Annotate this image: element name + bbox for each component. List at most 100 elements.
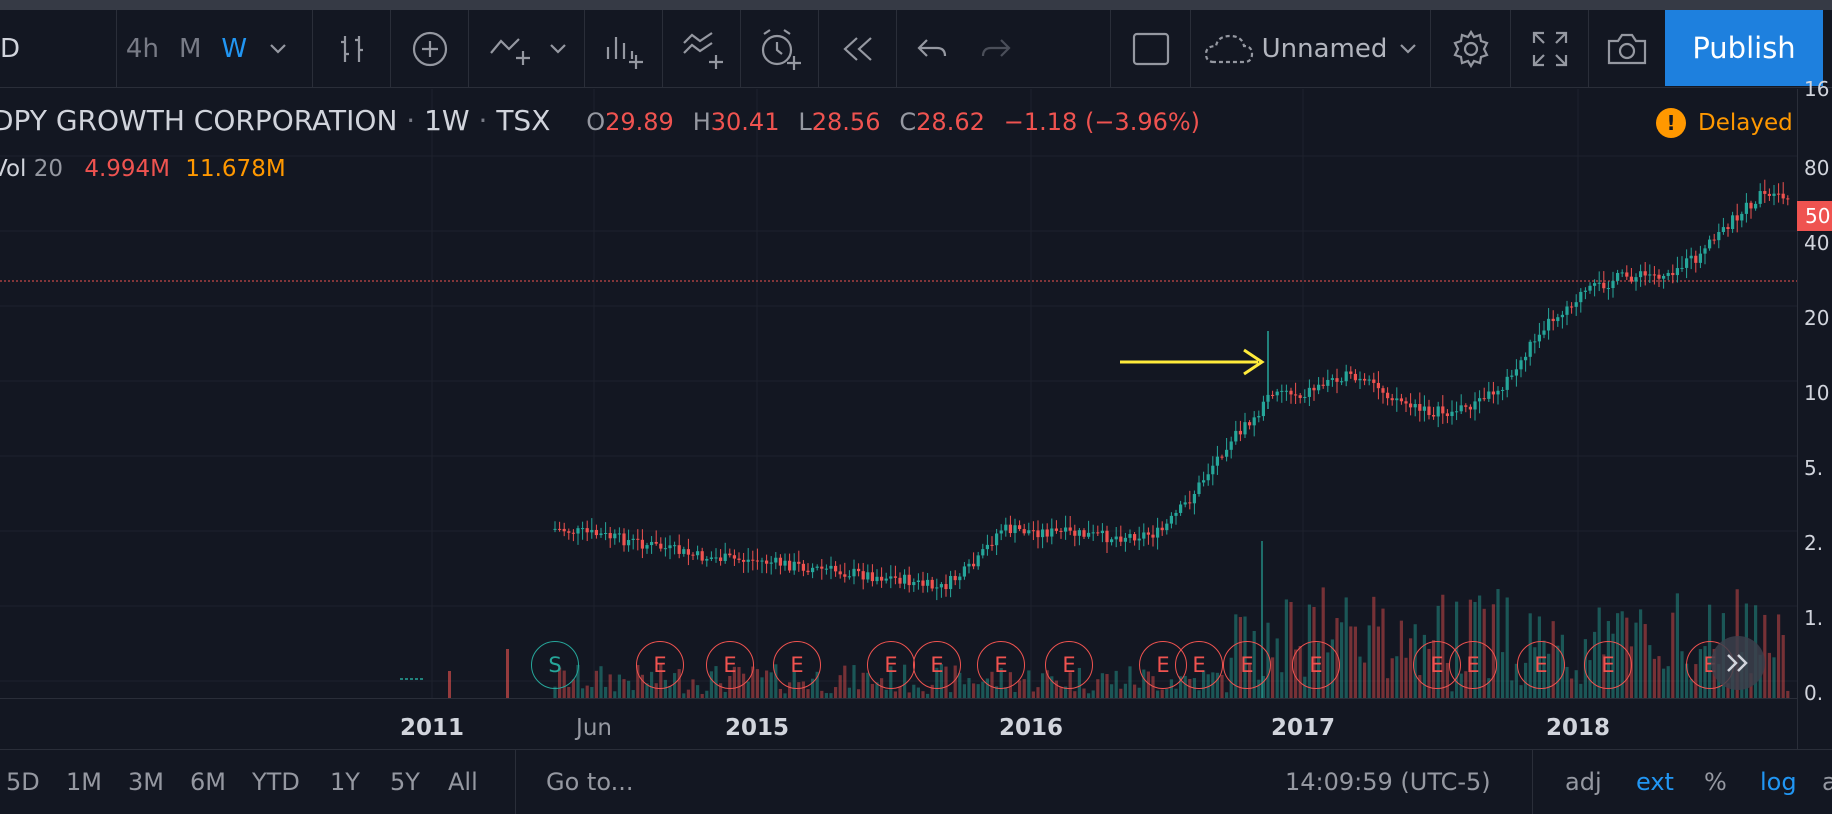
chevron-down-icon[interactable] (269, 43, 287, 55)
volume-bar (1036, 687, 1040, 698)
indicators-button[interactable] (662, 10, 740, 88)
candle-body (1712, 239, 1716, 241)
candle-body (1537, 334, 1541, 342)
alert-button[interactable] (740, 10, 818, 88)
candle-body (824, 568, 828, 570)
financials-button[interactable] (584, 10, 662, 88)
candle-body (1510, 375, 1514, 377)
candle-body (1524, 356, 1528, 361)
range-6m-button[interactable]: 6M (190, 749, 226, 814)
candle-body (1289, 390, 1293, 395)
auto-scale-toggle[interactable]: a (1822, 749, 1832, 814)
candle-body (1680, 267, 1684, 269)
earnings-marker[interactable]: E (1584, 641, 1632, 689)
clock-timezone[interactable]: 14:09:59 (UTC-5) (1285, 749, 1491, 814)
fullscreen-select-button[interactable] (1110, 10, 1190, 88)
candle-body (765, 560, 769, 564)
candle-body (1128, 534, 1132, 538)
price-axis[interactable]: 16 80 40 20 10 5. 2. 1. 0. (1797, 77, 1832, 749)
candle-body (1082, 530, 1086, 537)
fullscreen-button[interactable] (1510, 10, 1588, 88)
candle-body (852, 568, 856, 577)
candle-body (1330, 378, 1334, 380)
earnings-marker[interactable]: E (1045, 641, 1093, 689)
earnings-marker[interactable]: E (636, 641, 684, 689)
chevron-down-icon[interactable] (1399, 43, 1417, 55)
candle-body (1551, 318, 1555, 322)
candle-body (1657, 274, 1661, 279)
volume-bar (898, 686, 902, 698)
range-1y-button[interactable]: 1Y (330, 749, 360, 814)
layout-name-button[interactable]: Unnamed (1190, 10, 1430, 88)
earnings-marker[interactable]: E (1517, 641, 1565, 689)
publish-button[interactable]: Publish (1665, 10, 1823, 86)
settings-button[interactable] (1430, 10, 1510, 88)
earnings-marker[interactable]: E (1292, 641, 1340, 689)
candle-body (1570, 306, 1574, 308)
earnings-marker[interactable]: E (1175, 641, 1223, 689)
goto-date-button[interactable]: Go to... (515, 749, 633, 814)
interval-m-button[interactable]: M (179, 34, 201, 64)
range-ytd-button[interactable]: YTD (252, 749, 300, 814)
percent-scale-toggle[interactable]: % (1704, 749, 1727, 814)
candle-body (1390, 398, 1394, 401)
redo-icon (981, 39, 1011, 57)
candle-body (1059, 530, 1063, 532)
candle-body (1008, 524, 1012, 534)
log-scale-toggle[interactable]: log (1760, 749, 1797, 814)
interval-4h-button[interactable]: 4h (126, 34, 159, 64)
earnings-marker[interactable]: E (773, 641, 821, 689)
adjust-toggle[interactable]: adj (1532, 749, 1602, 814)
snapshot-button[interactable] (1588, 10, 1665, 88)
extended-hours-toggle[interactable]: ext (1636, 749, 1674, 814)
volume-bar (1675, 593, 1679, 698)
time-axis[interactable]: 2011 Jun 2015 2016 2017 2018 (0, 698, 1797, 748)
bar-chart-icon (606, 37, 643, 69)
delayed-badge[interactable]: ! Delayed (1656, 108, 1793, 138)
earnings-marker[interactable]: E (977, 641, 1025, 689)
range-all-button[interactable]: All (448, 749, 478, 814)
compare-button[interactable] (468, 10, 584, 88)
volume-bar (1137, 687, 1141, 698)
volume-bar (581, 688, 585, 698)
candle-body (613, 533, 617, 539)
candle-body (1317, 384, 1321, 391)
candle-body (1110, 539, 1114, 543)
candle-body (1381, 388, 1385, 393)
earnings-marker[interactable]: E (913, 641, 961, 689)
range-5d-button[interactable]: 5D (6, 749, 40, 814)
earnings-marker[interactable]: E (1449, 641, 1497, 689)
undo-button[interactable] (896, 10, 966, 88)
candle-body (1496, 390, 1500, 395)
range-1m-button[interactable]: 1M (66, 749, 102, 814)
volume-bar (608, 674, 612, 698)
range-3m-button[interactable]: 3M (128, 749, 164, 814)
earnings-marker[interactable]: E (1223, 641, 1271, 689)
replay-button[interactable] (818, 10, 896, 88)
candle-body (972, 563, 976, 567)
symbol-search-button[interactable]: D (0, 10, 116, 88)
indicators-add-button[interactable] (390, 10, 468, 88)
bar-style-button[interactable] (312, 10, 390, 88)
earnings-marker[interactable]: E (706, 641, 754, 689)
interval-w-button[interactable]: W (221, 34, 247, 64)
candle-body (1248, 422, 1252, 426)
candle-body (709, 557, 713, 559)
volume-bar (1027, 670, 1031, 698)
volume-bar (686, 689, 690, 698)
candle-body (829, 565, 833, 569)
candle-body (838, 571, 842, 575)
candle-body (1432, 415, 1436, 417)
scroll-to-realtime-button[interactable] (1711, 636, 1765, 690)
candle-body (1280, 390, 1284, 392)
earnings-marker[interactable]: E (867, 641, 915, 689)
redo-button[interactable] (966, 10, 1026, 88)
candle-body (834, 565, 838, 572)
candle-body (1261, 401, 1265, 417)
volume-bar (696, 685, 700, 698)
chevron-down-icon[interactable] (549, 43, 567, 55)
range-5y-button[interactable]: 5Y (390, 749, 420, 814)
volume-bar (1777, 614, 1781, 698)
candle-body (1165, 523, 1169, 531)
split-marker[interactable]: S (531, 641, 579, 689)
